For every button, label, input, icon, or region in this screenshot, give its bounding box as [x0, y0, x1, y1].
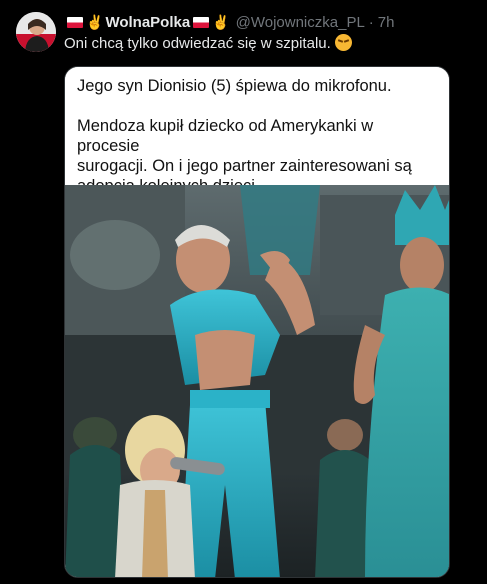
user-handle[interactable]: @Wojowniczka_PL — [236, 14, 365, 31]
tweet-text-content: Oni chcą tylko odwiedzać się w szpitalu. — [64, 35, 331, 52]
poland-flag-icon — [193, 16, 210, 28]
caption-line: surogacji. On i jego partner zainteresow… — [77, 157, 412, 175]
caption-line: Mendoza kupił dziecko od Amerykanki w pr… — [77, 117, 374, 155]
victory-hand-icon: ✌ — [212, 13, 230, 30]
poland-flag-icon — [67, 16, 83, 28]
stage-photo[interactable] — [65, 185, 450, 578]
tweet-timestamp[interactable]: 7h — [378, 14, 395, 31]
tweet-header: ✌ WolnaPolka ✌ @Wojowniczka_PL · 7h — [64, 12, 394, 32]
avatar[interactable] — [16, 12, 56, 52]
separator-dot: · — [368, 13, 374, 31]
display-name[interactable]: WolnaPolka — [105, 14, 190, 31]
caption-paragraph: Mendoza kupił dziecko od Amerykanki w pr… — [77, 116, 437, 196]
victory-hand-icon: ✌ — [86, 13, 104, 30]
caption-line: Jego syn Dionisio (5) śpiewa do mikrofon… — [77, 77, 392, 95]
tweet-media[interactable]: Jego syn Dionisio (5) śpiewa do mikrofon… — [64, 66, 450, 578]
weary-face-icon — [334, 34, 352, 51]
media-caption: Jego syn Dionisio (5) śpiewa do mikrofon… — [65, 67, 449, 195]
profile-avatar-icon — [16, 12, 56, 52]
tweet-text: Oni chcą tylko odwiedzać się w szpitalu. — [64, 34, 352, 54]
